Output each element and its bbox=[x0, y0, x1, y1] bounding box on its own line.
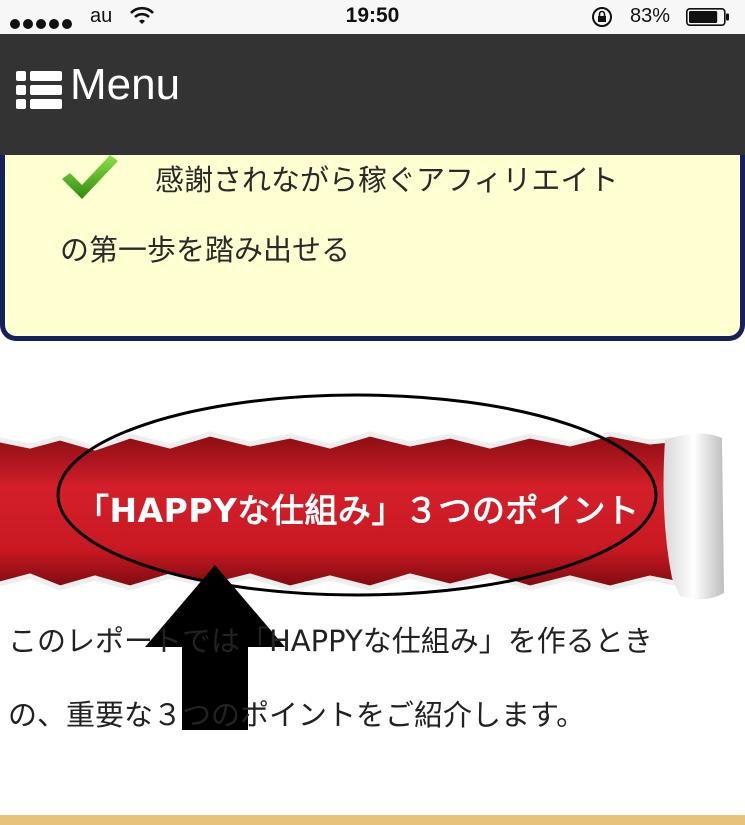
bottom-divider bbox=[0, 815, 745, 825]
rotation-lock-icon bbox=[592, 7, 612, 27]
benefit-text-line2: の第一歩を踏み出せる bbox=[60, 233, 351, 267]
benefit-text-line1: 感謝されながら稼ぐアフィリエイト bbox=[155, 163, 619, 197]
menu-list-icon[interactable] bbox=[16, 70, 62, 110]
battery-icon bbox=[686, 8, 729, 26]
body-text-line1: このレポートでは「HAPPYな仕組み」を作るとき bbox=[8, 624, 653, 658]
site-header: Menu bbox=[0, 34, 745, 155]
highlight-box: 感謝されながら稼ぐアフィリエイト の第一歩を踏み出せる bbox=[0, 155, 745, 341]
checkmark-icon bbox=[62, 155, 118, 199]
battery-percent: 83% bbox=[630, 5, 671, 27]
status-bar: au 19:50 83% bbox=[0, 0, 745, 34]
ribbon-heading-title: 「HAPPYな仕組み」３つのポイント bbox=[76, 491, 640, 530]
menu-button[interactable]: Menu bbox=[70, 60, 180, 110]
body-text-line2: の、重要な３つのポイントをご紹介します。 bbox=[8, 698, 586, 732]
